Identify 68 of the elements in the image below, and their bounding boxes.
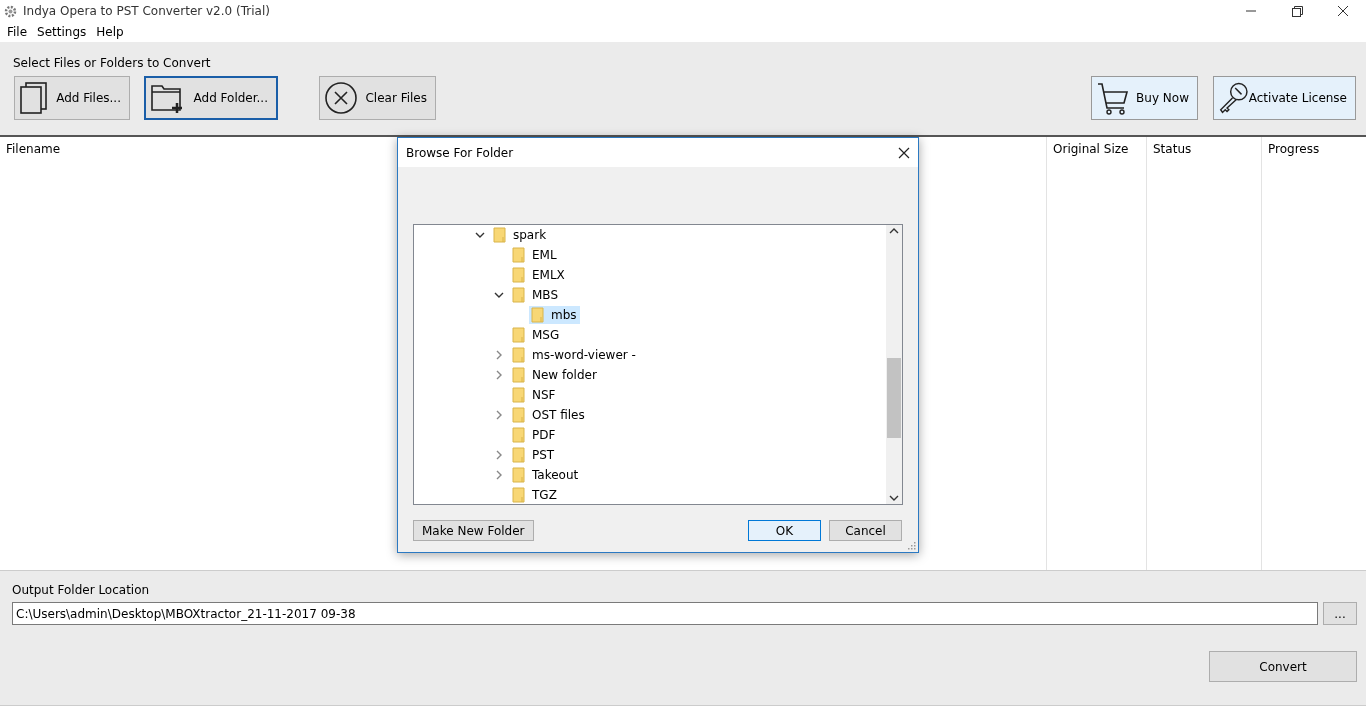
column-header: Filename <box>6 142 61 156</box>
tree-item[interactable]: MBS <box>510 286 561 304</box>
chevron-right-icon[interactable] <box>496 470 502 480</box>
tree-item[interactable]: PDF <box>510 426 559 444</box>
tree-item[interactable]: PST <box>510 446 558 464</box>
column-header: Progress <box>1268 142 1320 156</box>
folder-plus-icon <box>150 82 184 114</box>
folder-icon <box>512 487 526 503</box>
gear-icon <box>4 4 17 18</box>
tree-item[interactable]: Takeout <box>510 466 582 484</box>
folder-icon <box>512 287 526 303</box>
folder-icon <box>512 447 526 463</box>
tree-item[interactable]: EML <box>510 246 560 264</box>
column-header: Status <box>1153 142 1192 156</box>
menu-item[interactable]: Help <box>91 25 129 39</box>
chevron-right-icon[interactable] <box>496 450 502 460</box>
chevron-down-icon[interactable] <box>494 292 504 298</box>
menu-item[interactable]: File <box>2 25 33 39</box>
folder-icon <box>512 327 526 343</box>
folder-icon <box>493 227 507 243</box>
menu-item[interactable]: Settings <box>32 25 92 39</box>
scroll-up-icon[interactable] <box>889 228 899 234</box>
scroll-down-icon[interactable] <box>889 495 899 501</box>
dialog-button[interactable]: Cancel <box>829 520 902 541</box>
toolbar-button[interactable]: Activate License <box>1213 76 1356 120</box>
circle-x-icon <box>324 81 358 115</box>
folder-icon <box>512 247 526 263</box>
dialog-button[interactable]: Make New Folder <box>413 520 534 541</box>
tree-item[interactable]: ms-word-viewer - <box>510 346 639 364</box>
toolbar-button[interactable]: Add Files... <box>14 76 130 120</box>
folder-icon <box>512 367 526 383</box>
toolbar-button[interactable]: Add Folder... <box>144 76 278 120</box>
pages-icon <box>19 82 49 114</box>
chevron-right-icon[interactable] <box>496 350 502 360</box>
tree-item[interactable]: spark <box>491 226 550 244</box>
tree-item[interactable]: EMLX <box>510 266 568 284</box>
browse-button[interactable]: ... <box>1323 602 1357 625</box>
tree-item[interactable]: OST files <box>510 406 588 424</box>
tree-item[interactable]: MSG <box>510 326 563 344</box>
dialog-button[interactable]: OK <box>748 520 821 541</box>
folder-icon <box>512 407 526 423</box>
output-path-field[interactable]: C:\Users\admin\Desktop\MBOXtractor_21-11-2017 09-38 <box>12 602 1318 625</box>
section-label: Select Files or Folders to Convert <box>13 56 211 70</box>
folder-icon <box>512 427 526 443</box>
toolbar-button[interactable]: Clear Files <box>319 76 436 120</box>
toolbar-button[interactable]: Buy Now <box>1091 76 1198 120</box>
key-icon <box>1218 80 1249 116</box>
field-label: Output Folder Location <box>12 583 150 597</box>
resize-grip-icon[interactable] <box>908 542 916 550</box>
scrollbar[interactable] <box>886 225 902 504</box>
chevron-right-icon[interactable] <box>496 370 502 380</box>
cart-icon <box>1096 81 1130 115</box>
convert-button[interactable]: Convert <box>1209 651 1357 682</box>
close-icon[interactable] <box>898 146 910 159</box>
dialog-title: Browse For Folder <box>406 145 514 160</box>
column-header: Original Size <box>1053 142 1129 156</box>
tree-item[interactable]: New folder <box>510 366 600 384</box>
tree-item[interactable]: NSF <box>510 386 559 404</box>
folder-icon <box>531 307 545 323</box>
tree-item[interactable]: TGZ <box>510 486 560 504</box>
folder-icon <box>512 347 526 363</box>
tree-item[interactable]: mbs <box>529 306 580 324</box>
folder-icon <box>512 387 526 403</box>
chevron-right-icon[interactable] <box>496 410 502 420</box>
folder-icon <box>512 267 526 283</box>
folder-icon <box>512 467 526 483</box>
chevron-down-icon[interactable] <box>475 232 485 238</box>
window-title: Indya Opera to PST Converter v2.0 (Trial) <box>23 4 270 18</box>
